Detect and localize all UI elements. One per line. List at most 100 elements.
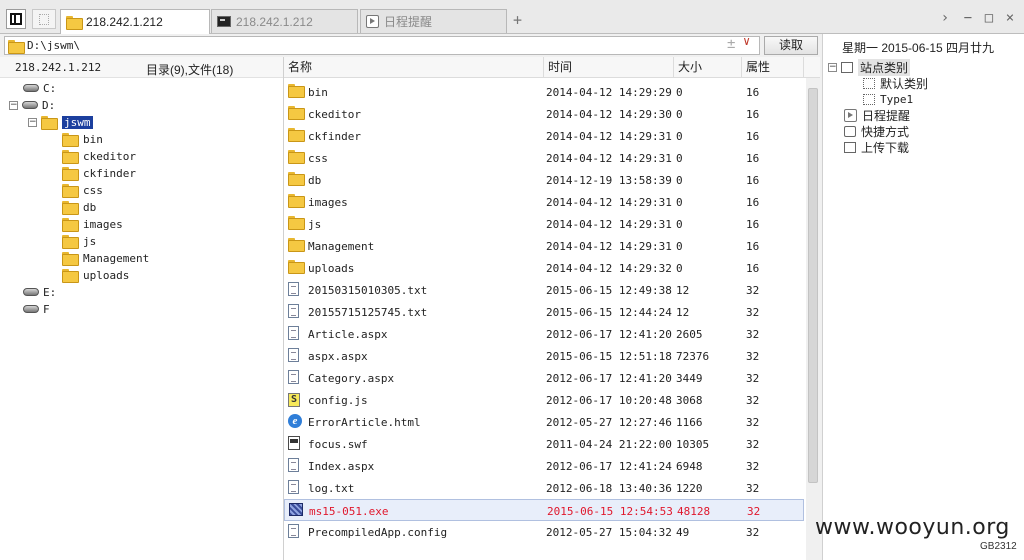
file-list-panel: 名称 时间 大小 属性 bin 2014-04-12 14:29:29 0 16 cke… — [284, 57, 820, 560]
file-type-icon — [288, 260, 305, 275]
tree-folder-jswm[interactable]: − jswm — [28, 114, 93, 130]
close-button[interactable]: × — [1002, 10, 1018, 26]
folder-icon — [62, 184, 79, 198]
tree-schedule[interactable]: 日程提醒 — [844, 107, 910, 123]
path-input[interactable] — [27, 39, 717, 52]
calendar-icon — [844, 108, 857, 122]
folder-icon — [288, 260, 305, 274]
file-name: uploads — [308, 262, 355, 275]
scrollbar-thumb[interactable] — [808, 88, 818, 483]
file-row[interactable]: ms15-051.exe 2015-06-15 12:54:53 48128 32 — [284, 499, 804, 521]
file-size: 0 — [676, 130, 683, 143]
collapse-icon[interactable]: − — [828, 62, 837, 72]
calendar-icon — [366, 15, 379, 28]
file-time: 2014-04-12 14:29:31 — [546, 196, 672, 209]
file-attr: 16 — [746, 174, 760, 187]
folder-icon — [288, 194, 305, 208]
tree-folder[interactable]: images — [62, 216, 123, 232]
maximize-button[interactable]: □ — [981, 10, 997, 26]
tree-shortcut[interactable]: 快捷方式 — [844, 123, 909, 139]
file-type-icon — [288, 348, 299, 365]
tree-drive-e[interactable]: E: — [23, 284, 56, 300]
drive-icon — [23, 288, 39, 296]
file-attr: 16 — [746, 130, 760, 143]
blank-tab-button[interactable] — [32, 9, 56, 29]
file-name: Management — [308, 240, 375, 253]
category-icon — [863, 77, 875, 89]
tree-folder[interactable]: uploads — [62, 267, 129, 283]
host-label: 218.242.1.212 — [15, 61, 102, 74]
category-icon — [841, 61, 853, 73]
file-type-icon — [288, 194, 305, 209]
tree-drive-d[interactable]: − D: — [9, 97, 55, 113]
tab-terminal[interactable]: 218.242.1.212 — [211, 9, 358, 33]
file-row[interactable]: uploads 2014-04-12 14:29:32 0 16 — [284, 257, 804, 279]
collapse-icon[interactable]: − — [9, 100, 18, 110]
file-row[interactable]: db 2014-12-19 13:58:39 0 16 — [284, 169, 804, 191]
tree-type1[interactable]: Type1 — [863, 91, 913, 107]
column-time[interactable]: 时间 — [544, 57, 674, 78]
column-name[interactable]: 名称 — [284, 57, 544, 78]
file-row[interactable]: Article.aspx 2012-06-17 12:41:20 2605 32 — [284, 323, 804, 345]
tree-folder[interactable]: ckfinder — [62, 165, 136, 181]
collapse-icon[interactable]: − — [28, 117, 37, 127]
tree-folder[interactable]: Management — [62, 250, 149, 266]
file-name: log.txt — [308, 482, 355, 495]
minimize-button[interactable]: − — [960, 10, 976, 26]
file-row[interactable]: js 2014-04-12 14:29:31 0 16 — [284, 213, 804, 235]
scroll-right-icon[interactable]: › — [937, 10, 953, 26]
file-row[interactable]: aspx.aspx 2015-06-15 12:51:18 72376 32 — [284, 345, 804, 367]
file-size: 6948 — [676, 460, 703, 473]
file-attr: 32 — [747, 505, 761, 518]
file-name: Index.aspx — [308, 460, 375, 473]
tree-header: 218.242.1.212 目录(9),文件(18) — [0, 57, 283, 78]
tree-folder[interactable]: css — [62, 182, 103, 198]
chevron-down-icon[interactable]: ∨ — [743, 34, 750, 48]
file-row[interactable]: Index.aspx 2012-06-17 12:41:24 6948 32 — [284, 455, 804, 477]
add-tab-button[interactable]: + — [513, 11, 522, 29]
tree-upload-download[interactable]: 上传下载 — [844, 139, 909, 155]
file-row[interactable]: e ErrorArticle.html 2012-05-27 12:27:46 116… — [284, 411, 804, 433]
column-attr[interactable]: 属性 — [742, 57, 804, 78]
file-size: 12 — [676, 306, 690, 319]
vertical-scrollbar[interactable] — [806, 78, 820, 560]
file-row[interactable]: 20155715125745.txt 2015-06-15 12:44:24 12 3… — [284, 301, 804, 323]
tree-folder[interactable]: ckeditor — [62, 148, 136, 164]
tree-folder[interactable]: bin — [62, 131, 103, 147]
file-type-icon — [288, 304, 299, 321]
file-time: 2014-04-12 14:29:31 — [546, 130, 672, 143]
file-row[interactable]: log.txt 2012-06-18 13:40:36 1220 32 — [284, 477, 804, 499]
file-attr: 32 — [746, 350, 760, 363]
folder-icon — [288, 238, 305, 252]
file-row[interactable]: ckeditor 2014-04-12 14:29:30 0 16 — [284, 103, 804, 125]
add-bookmark-icon[interactable]: ± — [727, 36, 735, 52]
file-row[interactable]: Category.aspx 2012-06-17 12:41:20 3449 32 — [284, 367, 804, 389]
html-icon: e — [288, 414, 302, 428]
tree-site-category[interactable]: − 站点类别 — [828, 58, 911, 76]
tree-drive-f[interactable]: F — [23, 301, 50, 317]
file-row[interactable]: css 2014-04-12 14:29:31 0 16 — [284, 147, 804, 169]
tree-folder[interactable]: db — [62, 199, 96, 215]
folder-icon — [41, 116, 58, 130]
file-row[interactable]: 20150315010305.txt 2015-06-15 12:49:38 12 3… — [284, 279, 804, 301]
drive-icon — [23, 84, 39, 92]
file-row[interactable]: Sconfig.js 2012-06-17 10:20:48 3068 32 — [284, 389, 804, 411]
file-row[interactable]: ckfinder 2014-04-12 14:29:31 0 16 — [284, 125, 804, 147]
tree-drive-c[interactable]: C: — [23, 80, 56, 96]
file-row[interactable]: PrecompiledApp.config 2012-05-27 15:04:32… — [284, 521, 804, 543]
file-row[interactable]: focus.swf 2011-04-24 21:22:00 10305 32 — [284, 433, 804, 455]
tab-schedule[interactable]: 日程提醒 — [360, 9, 507, 33]
file-time: 2012-06-17 12:41:20 — [546, 328, 672, 341]
file-row[interactable]: images 2014-04-12 14:29:31 0 16 — [284, 191, 804, 213]
tree-folder[interactable]: js — [62, 233, 96, 249]
file-row[interactable]: Management 2014-04-12 14:29:31 0 16 — [284, 235, 804, 257]
panel-toggle-button[interactable] — [6, 9, 26, 29]
tree-default-category[interactable]: 默认类别 — [863, 75, 928, 91]
file-attr: 32 — [746, 284, 760, 297]
column-size[interactable]: 大小 — [674, 57, 742, 78]
tab-bar: 218.242.1.212 218.242.1.212 日程提醒 + › − □… — [0, 0, 1024, 34]
document-icon — [288, 282, 299, 296]
tab-file-manager[interactable]: 218.242.1.212 — [60, 9, 210, 34]
file-row[interactable]: bin 2014-04-12 14:29:29 0 16 — [284, 81, 804, 103]
read-button[interactable]: 读取 — [764, 36, 818, 55]
